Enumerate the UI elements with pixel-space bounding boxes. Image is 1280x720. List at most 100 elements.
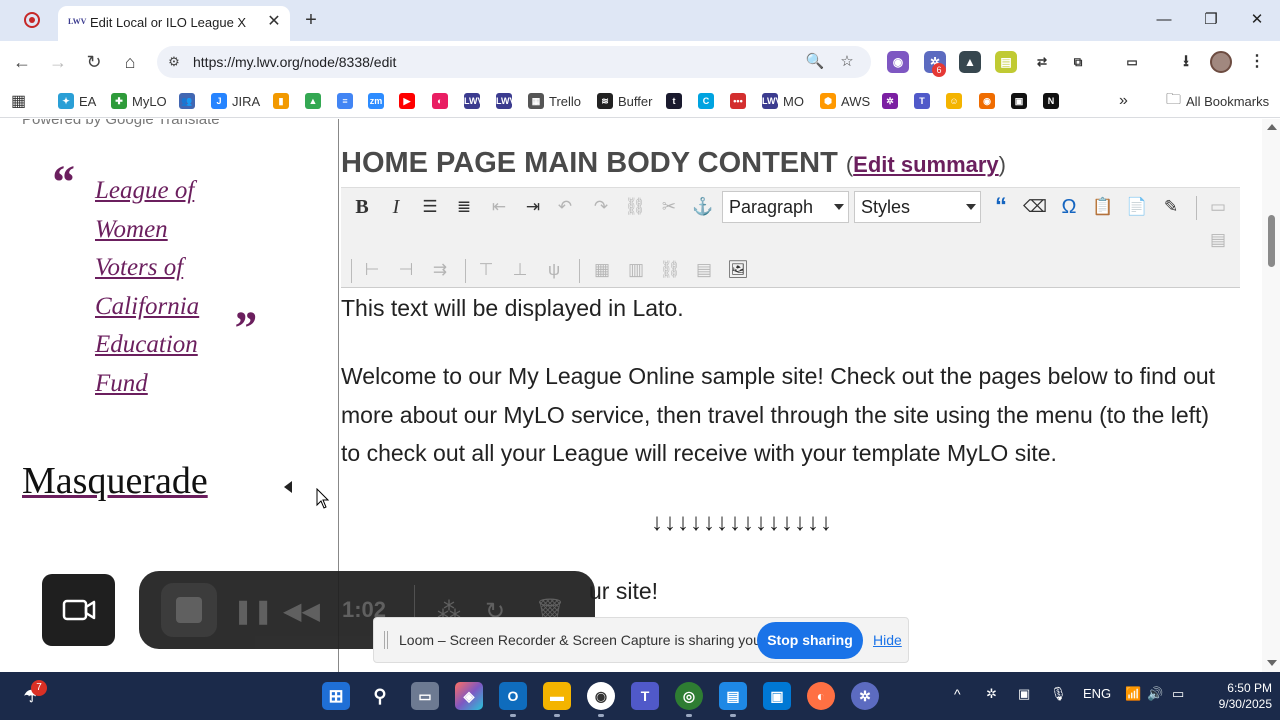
bookmark-item[interactable]: zm (368, 91, 389, 111)
tray-outlook-icon[interactable]: ▣ (1018, 686, 1030, 702)
apps-grid-icon[interactable]: ▦ (11, 91, 26, 111)
window-close-button[interactable]: ✕ (1242, 8, 1272, 32)
insert-col-before-button[interactable]: ⊤ (473, 257, 499, 283)
insert-row-before-button[interactable]: ⊢ (359, 257, 385, 283)
bookmark-item[interactable]: LWV (464, 91, 485, 111)
bookmark-item[interactable]: ◉ (979, 91, 1000, 111)
bookmark-item[interactable]: ▲ (305, 91, 326, 111)
search-icon[interactable]: ⚲ (366, 682, 394, 710)
insert-image-button[interactable]: 🖼 (725, 257, 751, 283)
table-button[interactable]: ▦ (589, 257, 615, 283)
new-tab-button[interactable]: + (300, 9, 322, 31)
all-bookmarks-button[interactable]: 🗀 All Bookmarks (1166, 91, 1269, 111)
microphone-icon[interactable]: 🎙 (1050, 686, 1067, 702)
loom-camera-button[interactable] (42, 574, 115, 646)
bookmark-item[interactable]: ⬢ AWS (820, 91, 870, 111)
minimize-button[interactable]: — (1149, 8, 1179, 32)
paste-word-button[interactable]: 📄 (1124, 194, 1150, 220)
bookmark-item[interactable]: LWV (496, 91, 517, 111)
pause-icon[interactable]: ❚❚ (233, 597, 273, 626)
battery-icon[interactable]: ▭ (1172, 686, 1184, 702)
bookmark-item[interactable]: T (914, 91, 935, 111)
firefox-icon[interactable]: ◐ (807, 682, 835, 710)
tab-search-icon[interactable]: ▭ (1121, 51, 1143, 73)
remove-format-button[interactable]: ⌫ (1022, 194, 1048, 220)
reload-button[interactable]: ↻ (81, 49, 107, 75)
mountain-extension-icon[interactable]: ▲ (959, 51, 981, 73)
bookmark-item[interactable]: J JIRA (211, 91, 260, 111)
tray-chevron-up-icon[interactable]: ^ (954, 686, 961, 702)
bookmark-item[interactable]: N (1043, 91, 1064, 111)
styles-select[interactable]: Styles (854, 191, 981, 223)
language-indicator[interactable]: ENG (1083, 686, 1111, 701)
recording-icon[interactable] (24, 12, 40, 28)
insert-row-after-button[interactable]: ⊣ (393, 257, 419, 283)
zoom-icon[interactable]: 🔍 (805, 52, 825, 72)
tray-app-icon[interactable]: ✲ (986, 686, 997, 702)
bookmark-item[interactable]: ✲ (882, 91, 903, 111)
page-scrollbar[interactable] (1262, 119, 1280, 672)
back-button[interactable]: ← (9, 49, 35, 75)
bold-button[interactable]: B (349, 194, 375, 220)
brain-extension-icon[interactable]: ◉ (887, 51, 909, 73)
maximize-editor-button[interactable]: ▭ (1205, 194, 1231, 220)
translate-extension-icon[interactable]: ⇄ (1031, 51, 1053, 73)
file-explorer-icon[interactable]: ▬ (543, 682, 571, 710)
stop-sharing-button[interactable]: Stop sharing (757, 622, 863, 659)
show-blocks-button[interactable]: ▤ (1205, 227, 1231, 253)
news-icon[interactable]: ▣ (763, 682, 791, 710)
hide-link[interactable]: Hide (873, 632, 902, 648)
delete-row-button[interactable]: ⇉ (427, 257, 453, 283)
address-bar[interactable]: ⚙ https://my.lwv.org/node/8338/edit 🔍 ☆ (157, 46, 871, 78)
delete-col-button[interactable]: ψ (541, 257, 567, 283)
link-table-button[interactable]: ⛓ (657, 257, 683, 283)
copilot-icon[interactable]: ◈ (455, 682, 483, 710)
volume-icon[interactable]: 🔊 (1147, 686, 1163, 702)
scroll-thumb[interactable] (1268, 215, 1275, 267)
undo-button[interactable]: ↶ (552, 194, 578, 220)
outlook-icon[interactable]: O (499, 682, 527, 710)
bookmark-item[interactable]: ▶ (399, 91, 420, 111)
bookmark-item[interactable]: t (666, 91, 687, 111)
wifi-icon[interactable]: 📶 (1125, 686, 1141, 702)
bookmark-item[interactable]: ≋ Buffer (597, 91, 652, 111)
league-quote-link[interactable]: League of Women Voters of California Edu… (95, 172, 225, 403)
extensions-puzzle-icon[interactable]: ⧉ (1067, 51, 1089, 73)
tab-active[interactable]: LWV Edit Local or ILO League X ✕ (58, 6, 290, 41)
bookmark-star-icon[interactable]: ☆ (837, 52, 857, 72)
template-button[interactable]: ▤ (691, 257, 717, 283)
unlink-button[interactable]: ✂ (656, 194, 682, 220)
scroll-down-icon[interactable] (1267, 660, 1277, 666)
camera-app-icon[interactable]: ◎ (675, 682, 703, 710)
chrome-menu-icon[interactable]: ⋮ (1246, 51, 1268, 73)
notes-extension-icon[interactable]: ▤ (995, 51, 1017, 73)
bookmark-item[interactable]: ◐ (432, 91, 453, 111)
forward-button[interactable]: → (45, 49, 71, 75)
bookmark-item[interactable]: ▣ (1011, 91, 1032, 111)
rewind-icon[interactable]: ◀◀ (283, 597, 320, 626)
spellcheck-button[interactable]: ✎ (1158, 194, 1184, 220)
table-properties-button[interactable]: ▥ (623, 257, 649, 283)
maximize-button[interactable]: ❐ (1196, 8, 1226, 32)
bookmark-item[interactable]: C (698, 91, 719, 111)
drag-handle[interactable] (384, 631, 388, 649)
download-icon[interactable]: ⭳ (1175, 51, 1197, 73)
indent-button[interactable]: ⇥ (520, 194, 546, 220)
collapse-triangle-icon[interactable] (284, 481, 292, 493)
blockquote-button[interactable]: “ (988, 194, 1014, 220)
tab-close-icon[interactable]: ✕ (264, 12, 284, 32)
numbered-list-button[interactable]: ≣ (451, 194, 477, 220)
site-info-icon[interactable]: ⚙ (165, 53, 183, 71)
bookmark-item[interactable]: 👥 (179, 91, 200, 111)
link-button[interactable]: ⛓ (622, 194, 648, 220)
italic-button[interactable]: I (383, 194, 409, 220)
task-view-icon[interactable]: ▭ (411, 682, 439, 710)
notepad-icon[interactable]: ▤ (719, 682, 747, 710)
home-button[interactable]: ⌂ (117, 49, 143, 75)
paste-text-button[interactable]: 📋 (1090, 194, 1116, 220)
bookmark-item[interactable]: ••• (730, 91, 751, 111)
start-menu-icon[interactable]: ⊞ (322, 682, 350, 710)
taskbar-clock[interactable]: 6:50 PM 9/30/2025 (1200, 680, 1272, 712)
bullet-list-button[interactable]: ☰ (417, 194, 443, 220)
bookmark-item[interactable]: ▮ (273, 91, 294, 111)
